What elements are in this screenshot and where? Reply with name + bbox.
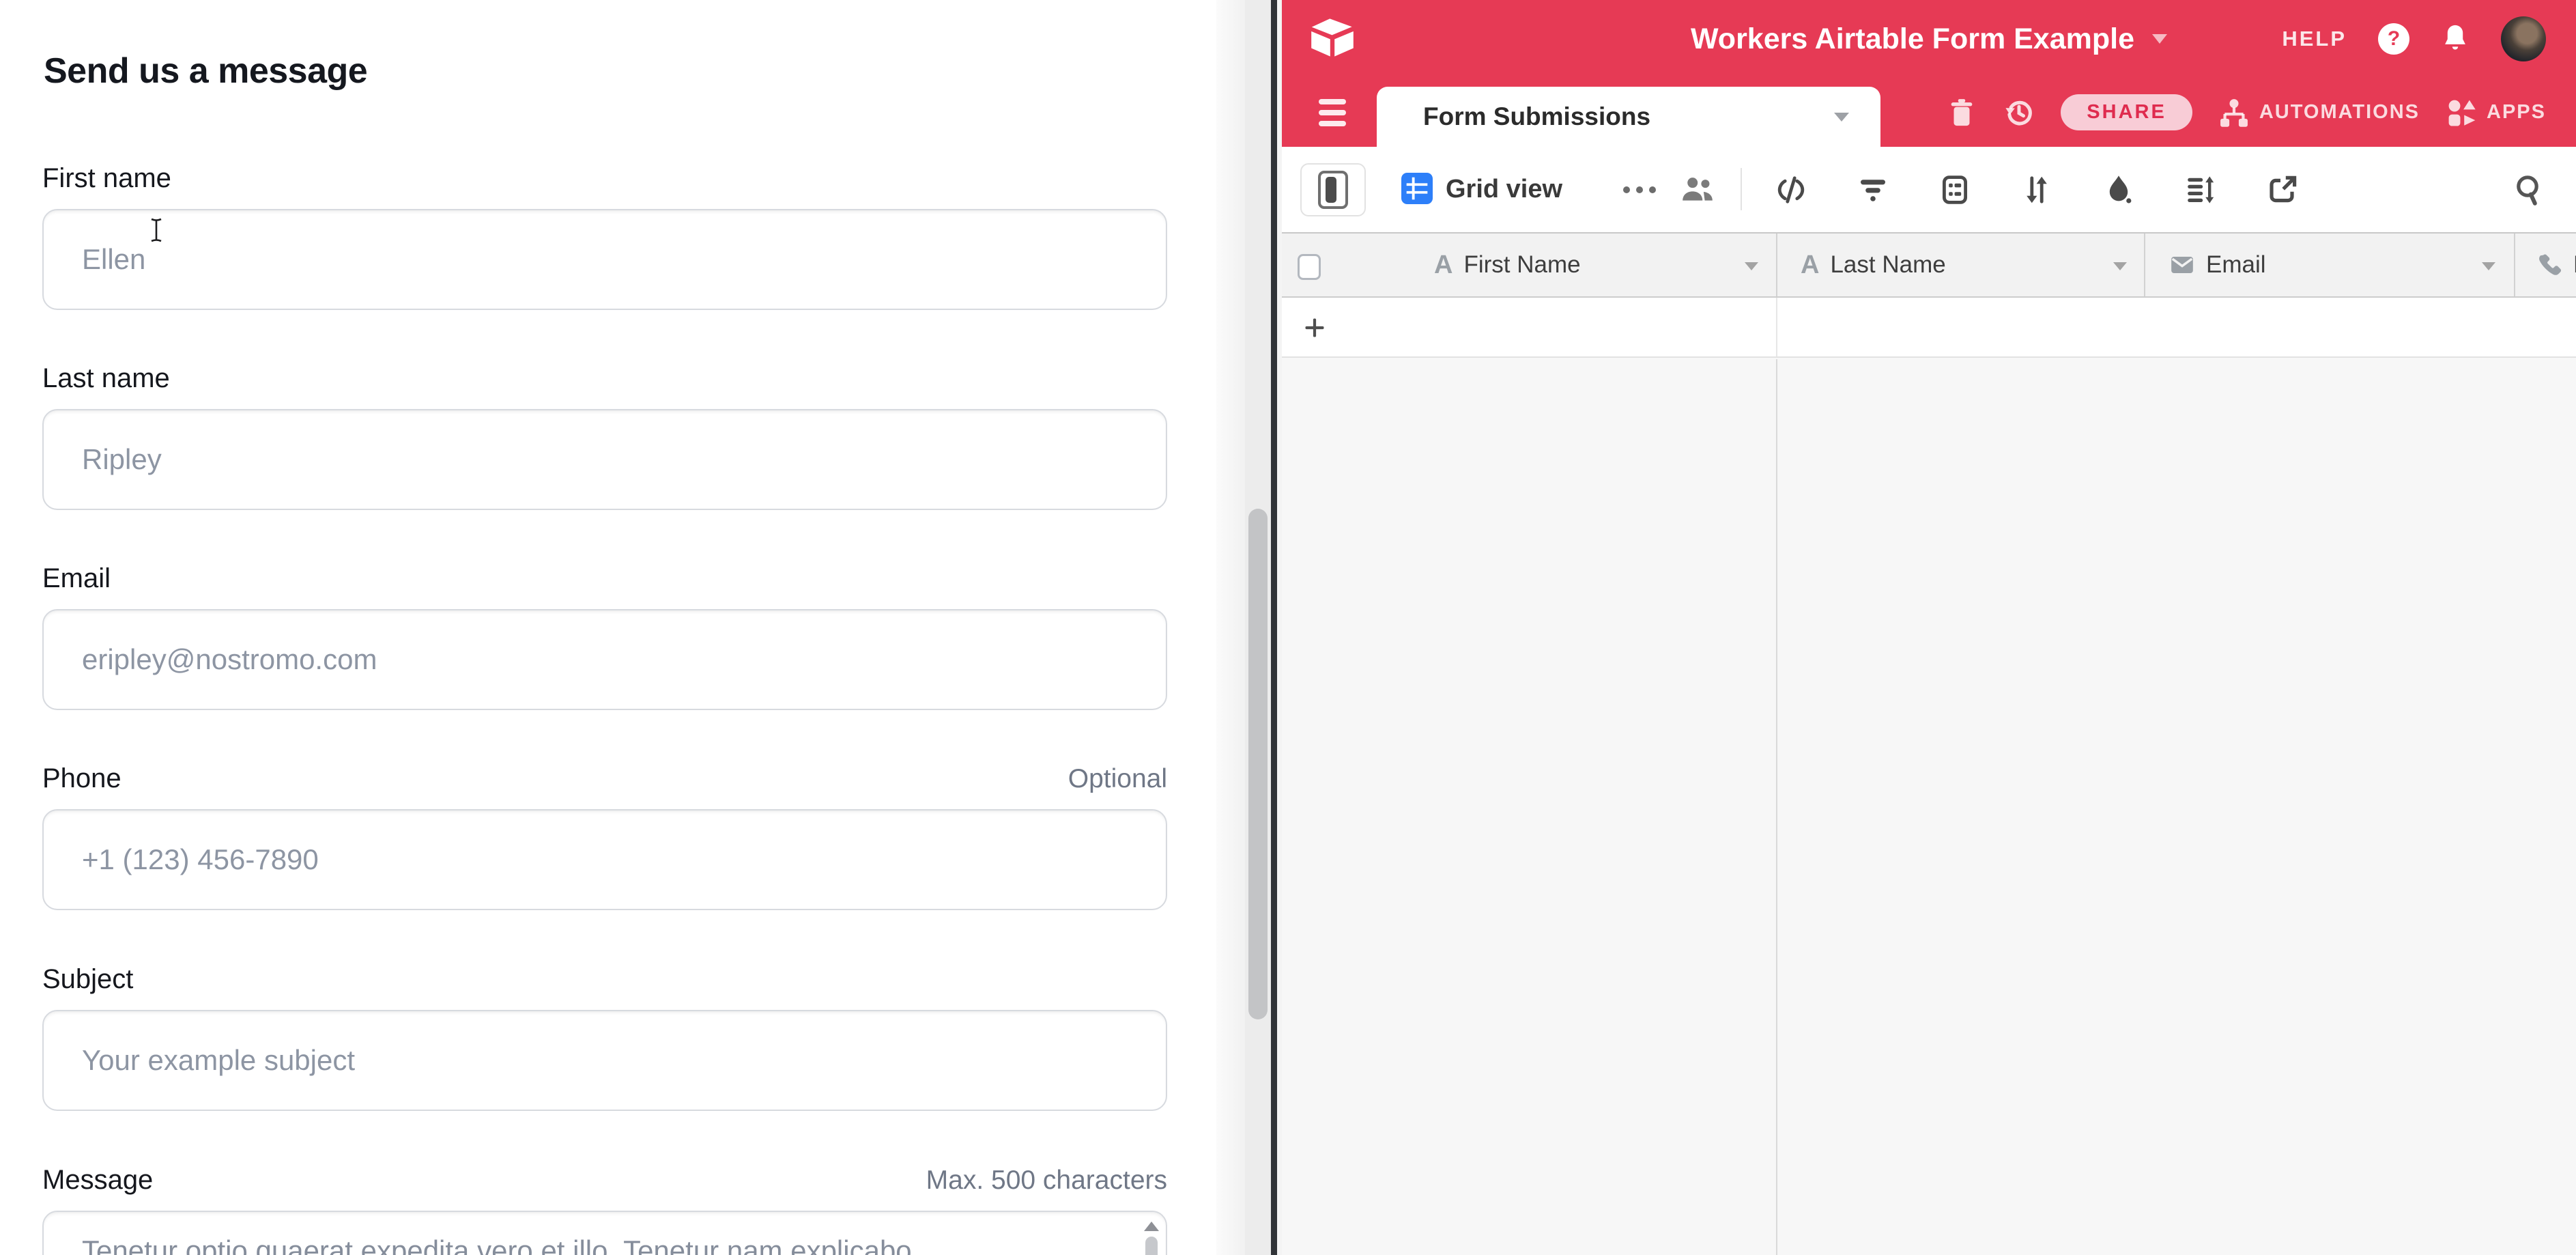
active-table-name: Form Submissions [1423,102,1650,131]
text-field-type-icon: A [1801,251,1819,280]
scroll-up-arrow-icon[interactable] [1144,1222,1159,1231]
menu-icon[interactable] [1319,78,1346,147]
last-name-label: Last name [42,363,170,393]
help-circle-icon[interactable]: ? [2378,23,2409,55]
history-icon[interactable] [2003,96,2035,129]
phone-input[interactable] [42,809,1167,910]
view-name[interactable]: Grid view [1446,147,1562,232]
page-scroll-thumb[interactable] [1248,509,1268,1019]
text-field-type-icon: A [1434,251,1452,280]
email-field-type-icon [2169,252,2195,278]
column-name: First Name [1463,251,1580,279]
column-header-email[interactable]: Email [2169,234,2266,296]
column-menu-caret-icon[interactable] [2113,262,2127,270]
question-mark: ? [2388,27,2400,51]
sort-icon[interactable] [2020,173,2053,206]
phone-field: Phone Optional [42,763,1167,910]
message-maxchars-hint: Max. 500 characters [926,1166,1167,1196]
page-gutter [1216,0,1245,1255]
column-divider [1776,298,1777,356]
last-name-input[interactable] [42,409,1167,510]
automations-button[interactable]: AUTOMATIONS [2218,96,2420,129]
grid-view-icon[interactable] [1401,173,1433,204]
column-header-phone[interactable]: P [2536,234,2576,296]
grid-body[interactable] [1282,359,2576,1255]
phone-field-type-icon [2536,252,2562,278]
textarea-scrollbar[interactable] [1143,1217,1160,1255]
column-name: Email [2206,251,2266,279]
first-name-label: First name [42,163,171,193]
airtable-logo-icon[interactable] [1309,15,1356,61]
share-label: SHARE [2087,101,2166,124]
add-row-icon[interactable] [1302,315,1327,340]
more-options-icon[interactable] [1620,184,1659,196]
share-button[interactable]: SHARE [2061,94,2192,130]
base-title-group[interactable]: Workers Airtable Form Example [1691,0,2167,78]
page-title: Send us a message [44,51,367,91]
tab-form-submissions[interactable]: Form Submissions [1377,87,1880,147]
table-chevron-down-icon[interactable] [1834,113,1849,122]
airtable-toolbar: Form Submissions [1282,78,2576,147]
contact-form-page: Send us a message First name Last name E… [0,0,1216,1255]
automations-label: AUTOMATIONS [2259,101,2420,124]
column-menu-caret-icon[interactable] [1745,262,1758,270]
column-name: P [2573,251,2576,279]
search-icon[interactable] [2513,172,2545,206]
column-divider [1776,359,1777,1255]
notifications-bell-icon[interactable] [2441,23,2470,55]
trash-icon[interactable] [1946,96,1977,129]
view-sidebar-toggle-button[interactable] [1300,163,1366,216]
airtable-app-header: Workers Airtable Form Example HELP ? [1282,0,2576,78]
email-input[interactable] [42,609,1167,710]
subject-label: Subject [42,964,133,994]
window-edge [1277,0,1282,1255]
collaborators-icon[interactable] [1679,171,1716,207]
column-header-first-name[interactable]: A First Name [1434,234,1581,296]
color-icon[interactable] [2102,173,2135,206]
apps-label: APPS [2487,101,2546,124]
textarea-scroll-thumb[interactable] [1145,1237,1158,1255]
apps-button[interactable]: APPS [2446,96,2546,129]
subject-field: Subject [42,963,1167,1111]
share-view-icon[interactable] [2266,173,2299,206]
email-field: Email [42,563,1167,710]
screen: Send us a message First name Last name E… [0,0,2576,1255]
message-label: Message [42,1165,153,1195]
phone-optional-hint: Optional [1068,764,1167,794]
chevron-down-icon [2152,34,2167,44]
first-name-field: First name [42,163,1167,310]
phone-label: Phone [42,763,121,793]
help-button[interactable]: HELP [2282,27,2347,51]
column-name: Last Name [1830,251,1945,279]
text-cursor-icon [149,217,164,243]
first-name-input[interactable] [42,209,1167,310]
sidebar-panel-icon [1318,171,1348,209]
subject-input[interactable] [42,1010,1167,1111]
add-row[interactable] [1282,298,2576,358]
column-menu-caret-icon[interactable] [2482,262,2495,270]
select-all-checkbox[interactable] [1298,254,1321,280]
apps-icon [2446,96,2477,129]
view-bar: Grid view [1282,147,2576,232]
grid-header-row: A First Name A Last Name Email [1282,232,2576,298]
message-text: Tenetur optio quaerat expedita vero et i… [82,1232,1118,1255]
column-header-last-name[interactable]: A Last Name [1801,234,1946,296]
window-divider [1271,0,1277,1255]
automations-icon [2218,96,2250,129]
message-field: Message Max. 500 characters Tenetur opti… [42,1164,1167,1255]
hide-fields-icon[interactable] [1775,173,1807,206]
user-avatar[interactable] [2501,16,2546,61]
last-name-field: Last name [42,363,1167,510]
base-title[interactable]: Workers Airtable Form Example [1691,23,2134,56]
message-textarea[interactable]: Tenetur optio quaerat expedita vero et i… [42,1211,1167,1255]
divider [1741,168,1742,210]
airtable-window: Workers Airtable Form Example HELP ? [1282,0,2576,1255]
email-label: Email [42,563,111,593]
filter-icon[interactable] [1857,173,1889,206]
group-icon[interactable] [1938,173,1971,206]
page-scrollbar[interactable] [1245,0,1271,1255]
row-height-icon[interactable] [2184,173,2217,206]
